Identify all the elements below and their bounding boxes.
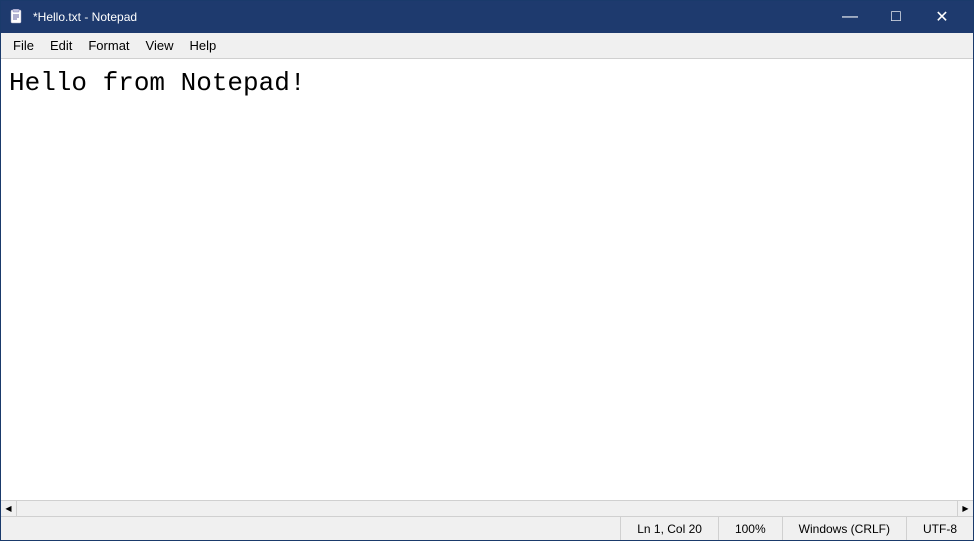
menu-view[interactable]: View <box>138 35 182 57</box>
menu-help[interactable]: Help <box>181 35 224 57</box>
text-editor[interactable]: Hello from Notepad! <box>1 59 973 500</box>
close-button[interactable]: ✕ <box>919 1 965 33</box>
menu-file[interactable]: File <box>5 35 42 57</box>
title-bar-left: *Hello.txt - Notepad <box>9 9 137 25</box>
encoding: UTF-8 <box>906 517 973 540</box>
menu-format[interactable]: Format <box>80 35 137 57</box>
line-ending: Windows (CRLF) <box>782 517 906 540</box>
bottom-area: ◀ ▶ Ln 1, Col 20 100% Windows (CRLF) UTF… <box>1 500 973 540</box>
status-bar: Ln 1, Col 20 100% Windows (CRLF) UTF-8 <box>1 516 973 540</box>
menu-bar: File Edit Format View Help <box>1 33 973 59</box>
horizontal-scrollbar[interactable]: ◀ ▶ <box>1 500 973 516</box>
scroll-right-button[interactable]: ▶ <box>957 501 973 517</box>
notepad-window: *Hello.txt - Notepad — □ ✕ File Edit For… <box>0 0 974 541</box>
menu-edit[interactable]: Edit <box>42 35 80 57</box>
cursor-position: Ln 1, Col 20 <box>620 517 718 540</box>
zoom-level: 100% <box>718 517 782 540</box>
title-bar-controls: — □ ✕ <box>827 1 965 33</box>
notepad-icon <box>9 9 25 25</box>
editor-area: Hello from Notepad! <box>1 59 973 500</box>
scroll-left-button[interactable]: ◀ <box>1 501 17 517</box>
window-title: *Hello.txt - Notepad <box>33 10 137 24</box>
minimize-button[interactable]: — <box>827 1 873 33</box>
title-bar: *Hello.txt - Notepad — □ ✕ <box>1 1 973 33</box>
scroll-track[interactable] <box>17 501 957 516</box>
maximize-button[interactable]: □ <box>873 1 919 33</box>
